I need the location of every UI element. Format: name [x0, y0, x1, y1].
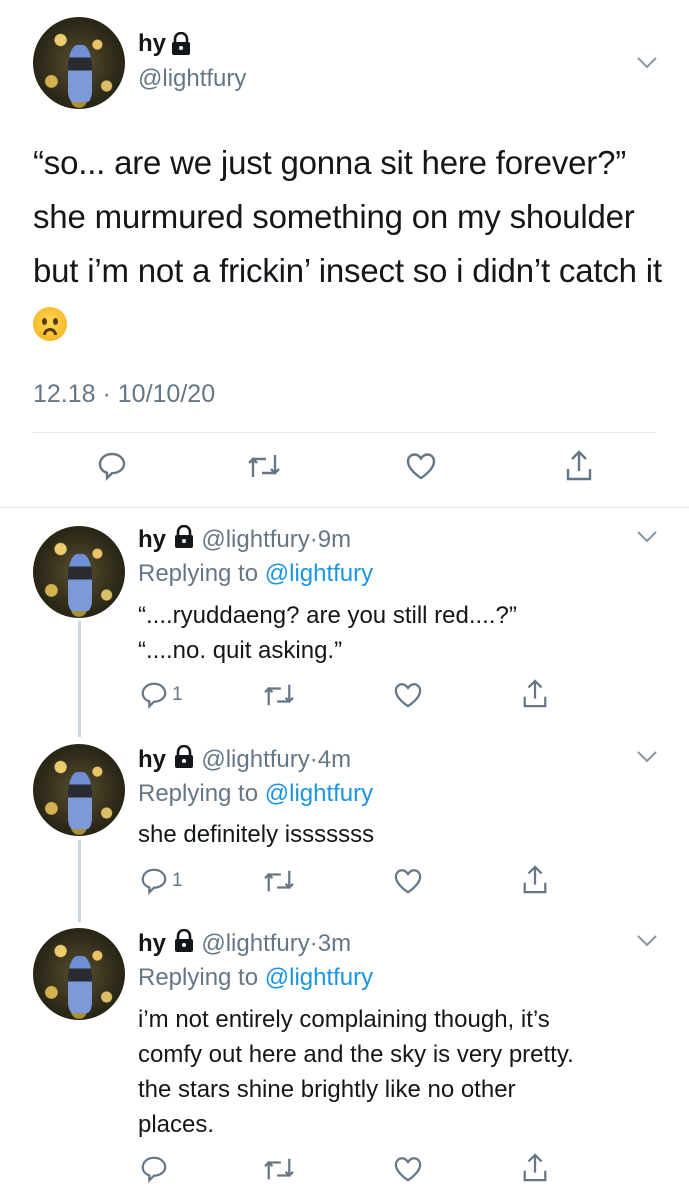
share-button[interactable] [521, 1152, 549, 1184]
author-name[interactable]: hy [138, 930, 166, 957]
replying-to-prefix: Replying to [138, 560, 265, 587]
avatar[interactable] [33, 744, 125, 836]
reply-button[interactable] [140, 1155, 168, 1183]
replying-to-prefix: Replying to [138, 964, 265, 991]
like-icon [394, 683, 422, 708]
chevron-down-icon[interactable] [636, 750, 658, 764]
reply-count: 1 [172, 870, 183, 891]
share-button[interactable] [521, 864, 549, 896]
reply-count: 1 [172, 684, 183, 705]
tweet-time[interactable]: 4m [318, 746, 351, 773]
reply-button[interactable] [97, 451, 127, 481]
reply-text-line: “....ryuddaeng? are you still red....?” [138, 602, 517, 629]
share-button[interactable] [521, 678, 549, 710]
tweet-text-body: “so... are we just gonna sit here foreve… [33, 144, 662, 289]
separator-dot: · [309, 745, 318, 773]
retweet-icon [248, 455, 280, 477]
retweet-button[interactable] [262, 681, 296, 709]
author-handle[interactable]: @lightfury [201, 526, 309, 553]
reply-text-line: comfy out here and the sky is very prett… [138, 1041, 574, 1068]
replying-to-mention[interactable]: @lightfury [265, 780, 373, 807]
like-icon [394, 869, 422, 894]
replying-to: Replying to @lightfury [138, 964, 373, 992]
like-button[interactable] [393, 1155, 423, 1183]
lock-icon [173, 928, 195, 960]
reply-header: hy @lightfury·3m [138, 928, 351, 960]
chevron-down-icon[interactable] [636, 530, 658, 544]
reply-header: hy @lightfury·4m [138, 744, 351, 776]
thread-line [78, 840, 81, 922]
share-button[interactable] [564, 449, 594, 483]
replying-to-mention[interactable]: @lightfury [265, 560, 373, 587]
like-button[interactable] [405, 451, 437, 481]
like-icon [394, 1157, 422, 1182]
reply-button[interactable]: 1 [140, 867, 183, 895]
reply-text-line: “....no. quit asking.” [138, 637, 343, 664]
share-icon [566, 450, 592, 481]
tweet-timestamp[interactable]: 12.18 · 10/10/20 [33, 380, 215, 409]
like-icon [406, 453, 436, 480]
lock-icon [173, 744, 195, 776]
reply-text-line: she definitely isssssss [138, 821, 375, 848]
retweet-button[interactable] [262, 867, 296, 895]
author-name[interactable]: hy [138, 746, 166, 773]
reply-icon [141, 682, 167, 709]
chevron-down-icon[interactable] [636, 56, 658, 70]
share-icon [523, 865, 547, 894]
retweet-icon [264, 1158, 294, 1180]
reply-icon [98, 452, 126, 481]
divider [33, 432, 656, 433]
retweet-button[interactable] [246, 451, 282, 481]
lock-icon [170, 31, 192, 61]
chevron-down-icon[interactable] [636, 934, 658, 948]
lock-icon [173, 524, 195, 556]
share-icon [523, 679, 547, 708]
reply-text: i’m not entirely complaining though, it’… [138, 1002, 658, 1142]
reply-icon [141, 868, 167, 895]
avatar[interactable] [33, 928, 125, 1020]
author-handle[interactable]: @lightfury [201, 930, 309, 957]
replying-to-mention[interactable]: @lightfury [265, 964, 373, 991]
share-icon [523, 1153, 547, 1182]
reply-text-line: i’m not entirely complaining though, it’… [138, 1006, 550, 1033]
retweet-icon [264, 870, 294, 892]
tweet-time[interactable]: 9m [318, 526, 351, 553]
reply-icon [141, 1156, 167, 1183]
retweet-button[interactable] [262, 1155, 296, 1183]
tweet-text: “so... are we just gonna sit here foreve… [33, 136, 663, 352]
author-name[interactable]: hy [138, 30, 166, 57]
section-divider [0, 507, 689, 508]
separator-dot: · [309, 525, 318, 553]
author-handle[interactable]: @lightfury [201, 746, 309, 773]
avatar[interactable] [33, 526, 125, 618]
author-name-row: hy [138, 30, 192, 61]
tweet-time[interactable]: 3m [318, 930, 351, 957]
reply-text-line: places. [138, 1111, 215, 1138]
separator-dot: · [309, 929, 318, 957]
reply-header: hy @lightfury·9m [138, 524, 351, 556]
like-button[interactable] [393, 867, 423, 895]
avatar[interactable] [33, 17, 125, 109]
worried-face-icon [33, 307, 67, 341]
author-handle[interactable]: @lightfury [138, 65, 246, 93]
reply-button[interactable]: 1 [140, 681, 183, 709]
author-name[interactable]: hy [138, 526, 166, 553]
reply-text: she definitely isssssss [138, 817, 658, 852]
replying-to: Replying to @lightfury [138, 780, 373, 808]
like-button[interactable] [393, 681, 423, 709]
replying-to: Replying to @lightfury [138, 560, 373, 588]
replying-to-prefix: Replying to [138, 780, 265, 807]
reply-text-line: the stars shine brightly like no other [138, 1076, 516, 1103]
thread-line [78, 621, 81, 737]
reply-text: “....ryuddaeng? are you still red....?” … [138, 598, 658, 668]
retweet-icon [264, 684, 294, 706]
